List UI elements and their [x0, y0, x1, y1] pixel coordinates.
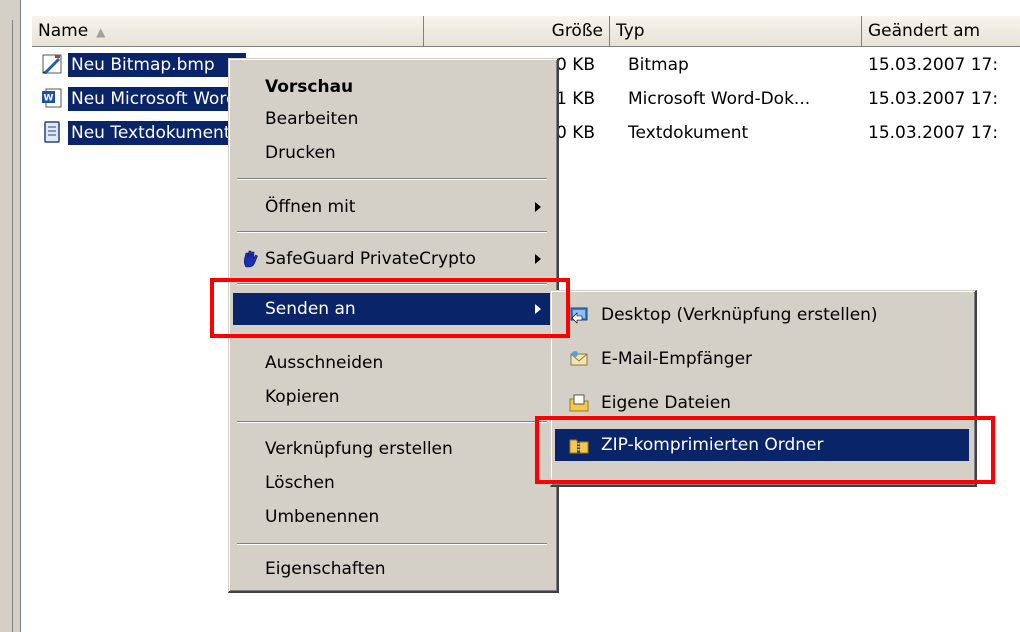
- svg-text:W: W: [44, 94, 54, 104]
- menu-separator: [237, 421, 547, 423]
- menu-item-open-with[interactable]: Öffnen mit: [233, 191, 551, 223]
- desktop-shortcut-icon: [570, 307, 588, 324]
- menu-item-create-shortcut[interactable]: Verknüpfung erstellen: [233, 433, 551, 465]
- send-to-desktop-label: Desktop (Verknüpfung erstellen): [601, 305, 878, 325]
- menu-separator: [237, 178, 547, 180]
- file-modified: 15.03.2007 17:: [868, 55, 999, 75]
- send-to-mail-label: E-Mail-Empfänger: [601, 349, 753, 369]
- my-files-folder-icon: [569, 394, 589, 412]
- column-type-label: Typ: [616, 21, 645, 41]
- file-name[interactable]: Neu Bitmap.bmp: [68, 53, 246, 77]
- bitmap-icon: [42, 54, 62, 74]
- submenu-arrow-icon: [535, 202, 541, 212]
- send-to-mail[interactable]: E-Mail-Empfänger: [555, 343, 969, 375]
- file-type: Textdokument: [628, 123, 749, 143]
- text-doc-icon: [44, 121, 60, 143]
- file-type: Microsoft Word-Dok...: [628, 89, 811, 109]
- file-size: 0 KB: [556, 55, 596, 75]
- send-to-my-files[interactable]: Eigene Dateien: [555, 387, 969, 419]
- menu-item-copy[interactable]: Kopieren: [233, 381, 551, 413]
- column-size-label: Größe: [551, 21, 603, 41]
- column-type[interactable]: Typ: [610, 16, 862, 46]
- menu-item-delete[interactable]: Löschen: [233, 467, 551, 499]
- file-modified: 15.03.2007 17:: [868, 89, 999, 109]
- column-name-label: Name: [38, 21, 89, 41]
- column-modified-label: Geändert am: [868, 21, 981, 41]
- send-to-my-files-label: Eigene Dateien: [601, 393, 731, 413]
- menu-item-preview[interactable]: Vorschau: [233, 71, 551, 103]
- menu-item-rename[interactable]: Umbenennen: [233, 501, 551, 533]
- highlight-zip: [535, 416, 995, 484]
- file-name[interactable]: Neu Textdokument.txt: [68, 121, 246, 145]
- highlight-send-to: [210, 278, 570, 338]
- column-name[interactable]: Name ▲: [32, 16, 424, 46]
- menu-item-open-with-label: Öffnen mit: [265, 197, 356, 217]
- column-header: Name ▲ Größe Typ Geändert am: [32, 16, 1020, 47]
- file-size: 0 KB: [556, 123, 596, 143]
- menu-item-properties[interactable]: Eigenschaften: [233, 553, 551, 585]
- file-size: 1 KB: [556, 89, 596, 109]
- file-name[interactable]: Neu Microsoft Word-Dokument.doc: [68, 87, 246, 111]
- menu-separator: [237, 543, 547, 545]
- file-type: Bitmap: [628, 55, 689, 75]
- submenu-arrow-icon: [535, 254, 541, 264]
- menu-separator: [237, 231, 547, 233]
- mail-recipient-icon: [570, 351, 588, 366]
- column-size[interactable]: Größe: [424, 16, 610, 46]
- safeguard-hand-icon: [244, 250, 258, 268]
- menu-item-print[interactable]: Drucken: [233, 137, 551, 169]
- column-modified[interactable]: Geändert am: [862, 16, 1020, 46]
- menu-item-safeguard-label: SafeGuard PrivateCrypto: [265, 249, 476, 269]
- send-to-desktop[interactable]: Desktop (Verknüpfung erstellen): [555, 299, 969, 331]
- menu-item-edit[interactable]: Bearbeiten: [233, 103, 551, 135]
- menu-item-safeguard[interactable]: SafeGuard PrivateCrypto: [233, 243, 551, 275]
- sort-ascending-icon: ▲: [96, 25, 106, 39]
- file-modified: 15.03.2007 17:: [868, 123, 999, 143]
- menu-item-cut[interactable]: Ausschneiden: [233, 347, 551, 379]
- word-doc-icon: W: [42, 88, 62, 108]
